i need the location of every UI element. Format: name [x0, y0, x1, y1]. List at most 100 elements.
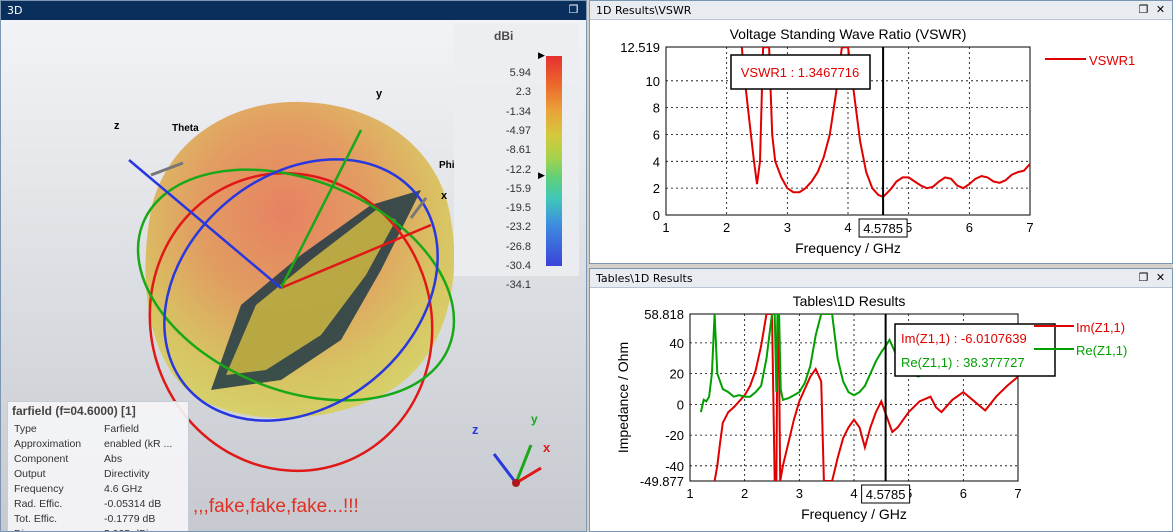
panel-tables-title: Tables\1D Results: [596, 272, 693, 285]
z-axis-label: z: [114, 120, 120, 132]
y-tick-label: 2: [653, 181, 660, 196]
panel-tables: Tables\1D Results ❐ ✕ 1234567-49.877-40-…: [589, 268, 1173, 532]
panel-vswr: 1D Results\VSWR ❐ ✕ 1 2 3 4 5 6 7 0 2 4 6 8 10 12.519…: [589, 0, 1173, 264]
colorbar-tick: 5.94: [509, 67, 531, 79]
colorbar-tick: -15.9: [505, 182, 531, 195]
triad-y-label: y: [531, 412, 538, 426]
x-tick-label: 4: [850, 486, 857, 501]
info-value: Abs: [104, 453, 123, 465]
info-row: Component Abs: [8, 452, 188, 467]
x-tick-label: 1: [686, 486, 693, 501]
farfield-3d-view[interactable]: x y z Theta Phi z y x dBi 5.94 2.3 -1.34 -4…: [1, 20, 586, 531]
vswr-marker-label: VSWR1 : 1.3467716: [741, 65, 860, 80]
colorbar-tick: -34.1: [505, 279, 531, 292]
farfield-info-box: farfield (f=04.6000) [1] Type Farfield App…: [7, 401, 189, 531]
info-key: Type: [14, 423, 37, 435]
panel-vswr-titlebar[interactable]: 1D Results\VSWR ❐ ✕: [590, 1, 1172, 20]
phi-label: Phi: [439, 160, 455, 171]
re-marker-label: Re(Z1,1) : 38.377727: [901, 355, 1025, 370]
fake-annotation: ,,,fake,fake,fake...!!!: [193, 496, 359, 517]
x-tick-label: 3: [784, 220, 791, 235]
info-key: Frequency: [14, 483, 64, 495]
panel-3d-title: 3D: [7, 4, 23, 17]
x-tick-label: 7: [1026, 220, 1033, 235]
x-tick-label: 6: [966, 220, 973, 235]
info-row: Rad. Effic. -0.05314 dB: [8, 497, 188, 512]
info-value: 5.935 dBi: [104, 527, 148, 531]
info-value: Farfield: [104, 423, 140, 435]
im-marker-label: Im(Z1,1) : -6.0107639: [901, 331, 1027, 346]
x-tick-label: 3: [796, 486, 803, 501]
maximize-icon[interactable]: ❐: [567, 4, 580, 16]
colorbar-tick: 2.3: [515, 86, 531, 99]
y-tick-label: 40: [670, 336, 684, 351]
colorbar-tick: -26.8: [505, 240, 531, 253]
x-axis-title: Frequency / GHz: [801, 506, 907, 522]
colorbar-max-arrow-icon[interactable]: ▶: [538, 50, 545, 61]
y-axis-title: Impedance / Ohm: [615, 342, 631, 453]
marker-x-label: 4.5785: [866, 487, 906, 502]
x-tick-label: 4: [844, 220, 851, 235]
info-value: 4.6 GHz: [104, 483, 143, 495]
colorbar-tick: -4.97: [505, 124, 531, 137]
vswr-chart-title: Voltage Standing Wave Ratio (VSWR): [729, 26, 967, 42]
info-row: Dir. 5.935 dBi: [8, 527, 188, 531]
panel-tables-titlebar[interactable]: Tables\1D Results ❐ ✕: [590, 269, 1172, 288]
info-row: Output Directivity: [8, 467, 188, 482]
x-tick-label: 1: [662, 220, 669, 235]
impedance-chart-title: Tables\1D Results: [792, 293, 906, 309]
colorbar-tick: -19.5: [505, 202, 531, 215]
triad-z-label: z: [472, 422, 479, 437]
theta-label: Theta: [172, 123, 199, 134]
panel-vswr-title: 1D Results\VSWR: [596, 4, 692, 17]
colorbar: dBi 5.94 2.3 -1.34 -4.97 -8.61 -12.2 -15.9 -19.…: [454, 23, 579, 291]
vswr-chart[interactable]: 1 2 3 4 5 6 7024681012.5194.5785Frequency / GH…: [590, 20, 1173, 264]
colorbar-unit: dBi: [494, 29, 514, 43]
info-row: Frequency 4.6 GHz: [8, 482, 188, 497]
marker-x-label: 4.5785: [863, 221, 903, 236]
y-tick-label: -40: [665, 459, 684, 474]
y-tick-label: 8: [653, 101, 660, 116]
info-value: -0.1779 dB: [104, 513, 156, 525]
colorbar-tick: -1.34: [505, 105, 531, 118]
close-icon[interactable]: ✕: [1154, 272, 1167, 284]
y-tick-label: 10: [646, 74, 660, 89]
info-key: Approximation: [14, 438, 82, 450]
info-key: Dir.: [14, 527, 30, 531]
colorbar-tick: -30.4: [505, 260, 531, 272]
triad-origin: [512, 479, 520, 487]
vswr-legend-name: VSWR1: [1089, 53, 1136, 68]
close-icon[interactable]: ✕: [1154, 4, 1167, 16]
colorbar-tick: -23.2: [505, 221, 531, 234]
colorbar-min-arrow-icon[interactable]: ▶: [538, 170, 545, 181]
info-row: Approximation enabled (kR ...: [8, 437, 188, 452]
triad-z: [492, 453, 518, 484]
info-key: Component: [14, 453, 69, 465]
x-axis-title: Frequency / GHz: [795, 240, 901, 256]
y-tick-label: -20: [665, 428, 684, 443]
panel-3d: 3D ❐ x y z Theta Phi z y x dBi 5.94 2.3 …: [0, 0, 587, 532]
colorbar-tick: -12.2: [505, 163, 531, 176]
restore-icon[interactable]: ❐: [1137, 4, 1150, 16]
info-value: enabled (kR ...: [104, 438, 173, 450]
panel-3d-titlebar[interactable]: 3D ❐: [1, 1, 586, 20]
x-tick-label: 2: [723, 220, 730, 235]
y-tick-label: 4: [653, 154, 660, 169]
y-tick-label: -49.877: [640, 474, 684, 489]
info-key: Rad. Effic.: [14, 498, 63, 510]
y-tick-label: 58.818: [644, 307, 684, 322]
info-row: Tot. Effic. -0.1779 dB: [8, 512, 188, 527]
y-tick-label: 0: [677, 397, 684, 412]
restore-icon[interactable]: ❐: [1137, 272, 1150, 284]
x-tick-label: 6: [960, 486, 967, 501]
y-tick-label: 12.519: [620, 40, 660, 55]
info-row: Type Farfield: [8, 422, 188, 437]
info-key: Output: [14, 468, 46, 480]
info-value: -0.05314 dB: [104, 498, 162, 510]
x-tick-label: 2: [741, 486, 748, 501]
im-legend-name: Im(Z1,1): [1076, 320, 1126, 335]
y-axis-label: y: [376, 88, 383, 100]
re-legend-name: Re(Z1,1): [1076, 343, 1128, 358]
colorbar-tick: -8.61: [505, 144, 531, 157]
info-key: Tot. Effic.: [14, 513, 57, 525]
